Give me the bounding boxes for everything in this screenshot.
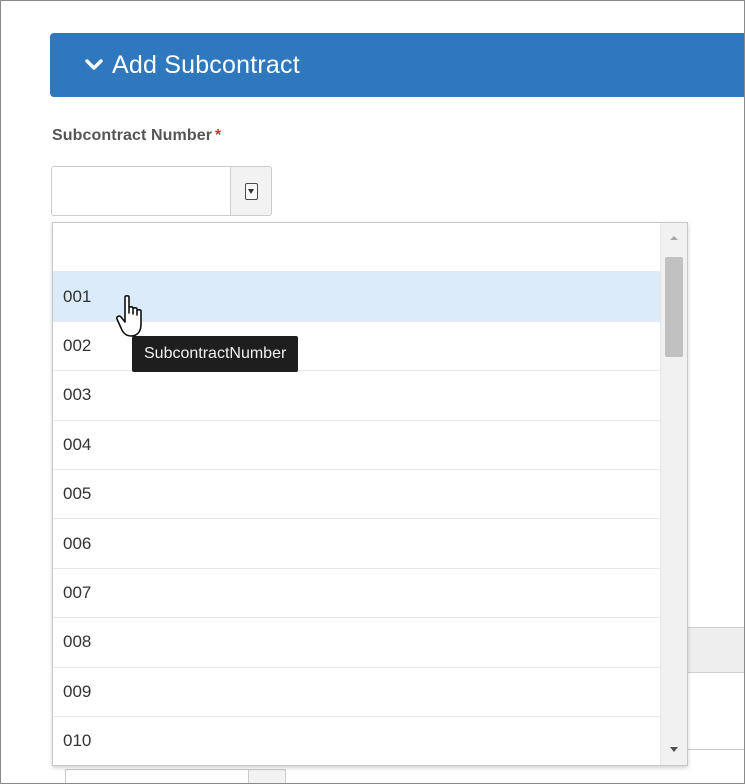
option-004[interactable]: 004 [53, 421, 660, 470]
hand-pointer-icon [116, 295, 142, 337]
option-010[interactable]: 010 [53, 717, 660, 765]
option-006[interactable]: 006 [53, 519, 660, 569]
scroll-down-arrow-icon[interactable] [670, 747, 678, 752]
label-text: Subcontract Number [52, 127, 213, 144]
background-toolbar [685, 627, 744, 673]
option-009[interactable]: 009 [53, 668, 660, 717]
subcontract-number-label: Subcontract Number * [52, 127, 221, 145]
option-tooltip: SubcontractNumber [132, 336, 299, 372]
dropdown-scrollbar[interactable] [660, 223, 687, 765]
panel-title: Add Subcontract [112, 50, 300, 79]
subcontract-number-input[interactable] [51, 166, 230, 216]
window-frame: Add Subcontract Subcontract Number * 001 … [0, 0, 745, 784]
background-divider [685, 749, 744, 750]
scrollbar-thumb[interactable] [665, 257, 683, 357]
chevron-down-icon [85, 59, 103, 70]
background-input-button [248, 769, 286, 783]
option-007[interactable]: 007 [53, 569, 660, 619]
option-008[interactable]: 008 [53, 618, 660, 668]
dropdown-arrow-icon [244, 182, 258, 200]
subcontract-number-dropdown-button[interactable] [230, 166, 272, 216]
required-marker: * [215, 127, 222, 144]
background-input [65, 769, 248, 783]
option-003[interactable]: 003 [53, 371, 660, 421]
add-subcontract-panel-header[interactable]: Add Subcontract [50, 33, 744, 97]
option-empty[interactable] [53, 223, 660, 273]
scroll-up-arrow-icon[interactable] [670, 236, 678, 240]
option-005[interactable]: 005 [53, 470, 660, 520]
